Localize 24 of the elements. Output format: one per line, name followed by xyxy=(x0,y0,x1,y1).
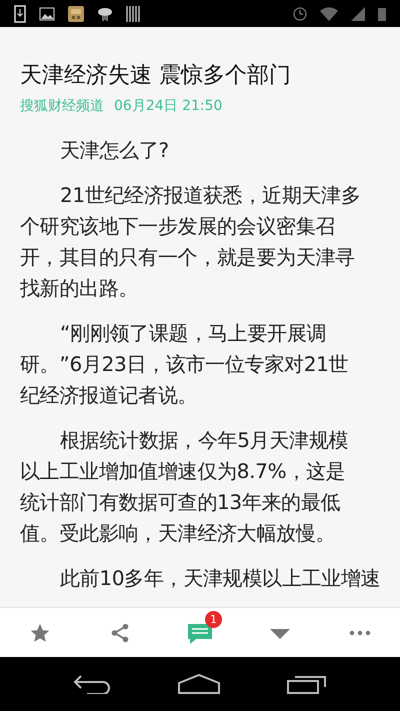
comment-count-badge: 1 xyxy=(205,610,222,628)
article-paragraph: 此前10多年，天津规模以上工业增速 xyxy=(59,565,380,592)
alarm-icon xyxy=(293,6,307,20)
battery-icon xyxy=(378,6,386,20)
home-icon[interactable] xyxy=(178,674,220,694)
download-icon xyxy=(14,4,26,22)
radio-icon xyxy=(68,6,84,22)
article-title: 天津经济失速 震惊多个部门 xyxy=(20,62,292,90)
article-paragraph: 21世纪经济报道获悉，近期天津多个研究该地下一步发展的会议密集召开，其目的只有一个，就是要为天津寻找新的出路。 xyxy=(20,182,362,302)
back-icon[interactable] xyxy=(73,674,112,694)
share-icon xyxy=(109,622,131,644)
signal-icon xyxy=(351,6,365,20)
article-paragraph: 根据统计数据，今年5月天津规模以上工业增加值增速仅为8.7%，这是统计部门有数据可查的13年来的最低值。受此影响，天津经济大幅放慢。 xyxy=(20,427,350,547)
more-icon xyxy=(349,630,371,636)
barcode-icon xyxy=(126,6,140,22)
caret-icon xyxy=(270,626,290,638)
article-paragraph: “刚刚领了课题，马上要开展调研。”6月23日，该市一位专家对21世纪经济报道记者说。 xyxy=(20,320,350,409)
star-icon xyxy=(29,622,51,644)
recent-apps-icon[interactable] xyxy=(286,674,327,694)
article-time: 06月24日 21:50 xyxy=(114,97,222,116)
comment-button[interactable]: 1 xyxy=(180,612,220,652)
wifi-icon xyxy=(320,6,338,20)
article-paragraph: 天津怎么了? xyxy=(59,137,170,164)
image-icon xyxy=(39,6,55,20)
